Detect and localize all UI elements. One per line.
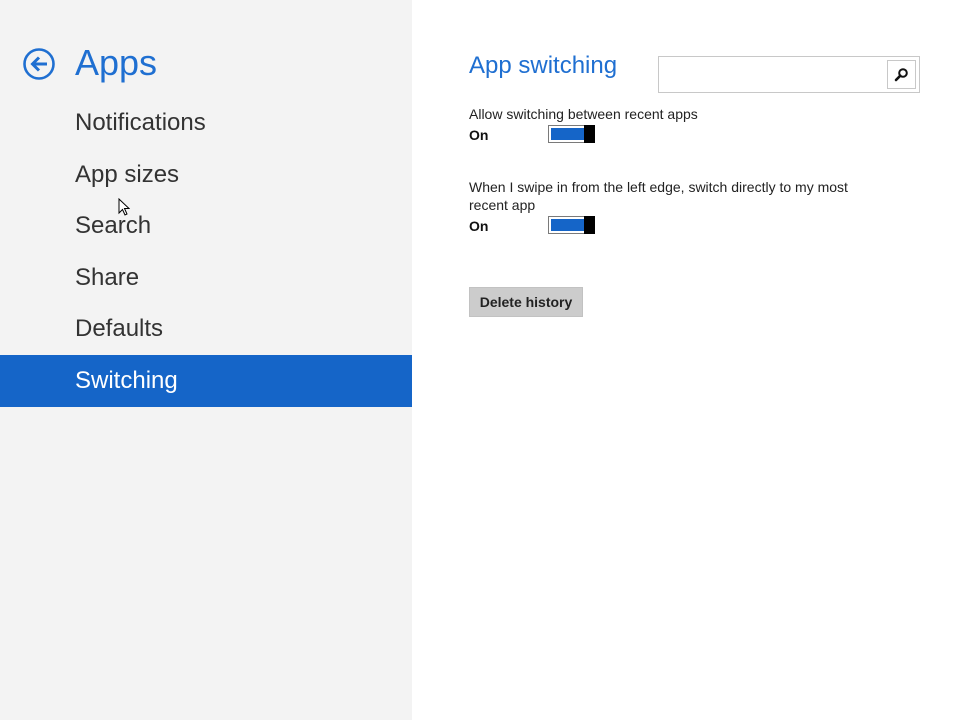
setting-label: When I swipe in from the left edge, swit… [469,179,848,213]
search-input[interactable] [661,59,887,90]
nav-item-defaults[interactable]: Defaults [0,303,412,355]
search-box [658,56,920,93]
nav-title: Apps [75,42,158,83]
toggle-row: On [469,125,889,145]
nav-item-share[interactable]: Share [0,252,412,304]
recent-apps-toggle[interactable] [548,125,595,143]
toggle-state-label: On [469,127,489,143]
toggle-thumb[interactable] [584,125,595,143]
setting-recent-apps: Allow switching between recent apps On [469,105,889,145]
nav-item-notifications[interactable]: Notifications [0,97,412,149]
delete-history-button[interactable]: Delete history [469,287,583,317]
nav-list: Notifications App sizes Search Share Def… [0,97,412,407]
toggle-state-label: On [469,218,489,234]
setting-swipe-left-edge: When I swipe in from the left edge, swit… [469,178,889,236]
app-settings-window: Apps Notifications App sizes Search Shar… [0,0,960,720]
search-button[interactable] [887,60,916,89]
toggle-thumb[interactable] [584,216,595,234]
content-pane: App switching Allow switching between re… [412,0,960,720]
search-icon [894,68,908,82]
toggle-fill [551,128,585,140]
toggle-fill [551,219,585,231]
back-button[interactable] [22,47,56,81]
toggle-row: On [469,216,889,236]
nav-pane: Apps Notifications App sizes Search Shar… [0,0,412,720]
swipe-left-edge-toggle[interactable] [548,216,595,234]
nav-item-switching[interactable]: Switching [0,354,412,407]
setting-label: Allow switching between recent apps [469,106,698,122]
nav-item-search[interactable]: Search [0,200,412,252]
nav-item-app-sizes[interactable]: App sizes [0,149,412,201]
back-arrow-circle-icon [23,48,55,80]
page-title: App switching [469,52,618,79]
